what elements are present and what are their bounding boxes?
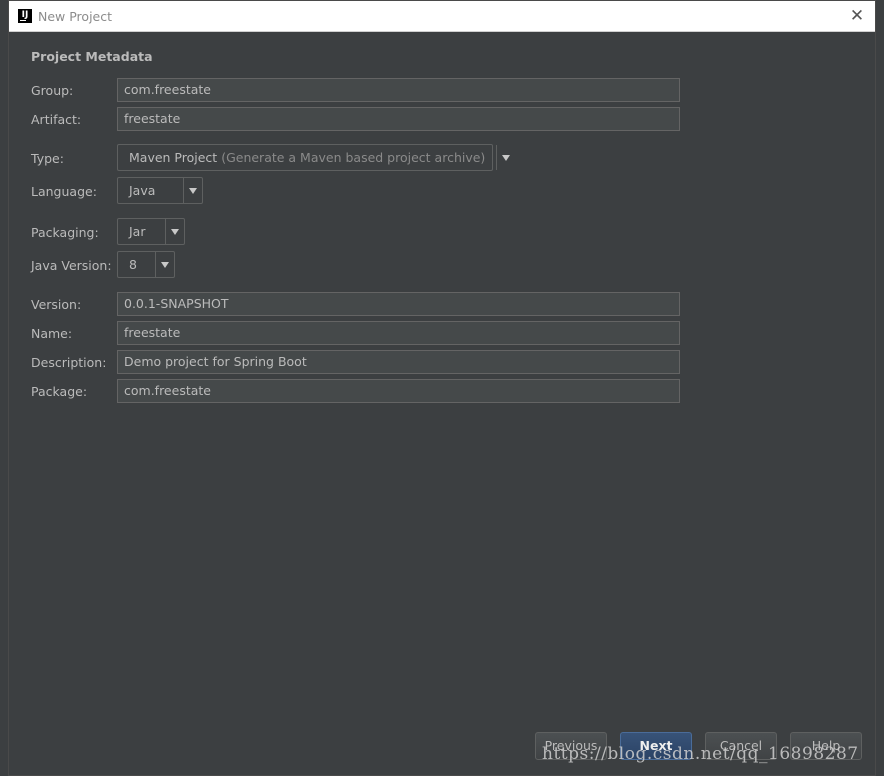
new-project-dialog: IJ New Project ✕ Project Metadata Group:… — [8, 0, 876, 776]
package-field[interactable]: com.freestate — [117, 379, 680, 403]
close-icon[interactable]: ✕ — [847, 6, 867, 26]
description-label: Description: — [31, 355, 107, 370]
packaging-select[interactable]: Jar — [117, 218, 185, 245]
chevron-down-icon[interactable] — [496, 145, 511, 170]
type-select[interactable]: Maven Project (Generate a Maven based pr… — [117, 144, 511, 171]
version-label: Version: — [31, 297, 82, 312]
chevron-down-icon[interactable] — [165, 219, 184, 244]
name-label: Name: — [31, 326, 73, 341]
watermark: https://blog.csdn.net/qq_16898287 — [542, 744, 859, 764]
language-select[interactable]: Java — [117, 177, 203, 204]
packaging-label: Packaging: — [31, 225, 99, 240]
window-title: New Project — [38, 9, 113, 24]
name-field[interactable]: freestate — [117, 321, 680, 345]
language-value: Java — [129, 183, 156, 198]
java-version-value: 8 — [129, 257, 137, 272]
artifact-label: Artifact: — [31, 112, 82, 127]
ide-background-left — [0, 0, 8, 776]
version-field[interactable]: 0.0.1-SNAPSHOT — [117, 292, 680, 316]
java-version-label: Java Version: — [31, 258, 112, 273]
language-label: Language: — [31, 184, 97, 199]
packaging-value: Jar — [129, 224, 146, 239]
title-bar: IJ New Project ✕ — [9, 1, 875, 32]
group-label: Group: — [31, 83, 74, 98]
type-hint: (Generate a Maven based project archive) — [221, 150, 486, 165]
ide-background-right — [876, 0, 884, 776]
type-value: Maven Project — [129, 150, 218, 165]
artifact-field[interactable]: freestate — [117, 107, 680, 131]
type-label: Type: — [31, 151, 64, 166]
java-version-select[interactable]: 8 — [117, 251, 175, 278]
chevron-down-icon[interactable] — [155, 252, 174, 277]
description-field[interactable]: Demo project for Spring Boot — [117, 350, 680, 374]
package-label: Package: — [31, 384, 88, 399]
group-field[interactable]: com.freestate — [117, 78, 680, 102]
intellij-logo-icon: IJ — [18, 9, 32, 23]
chevron-down-icon[interactable] — [183, 178, 202, 203]
section-title: Project Metadata — [31, 49, 153, 64]
